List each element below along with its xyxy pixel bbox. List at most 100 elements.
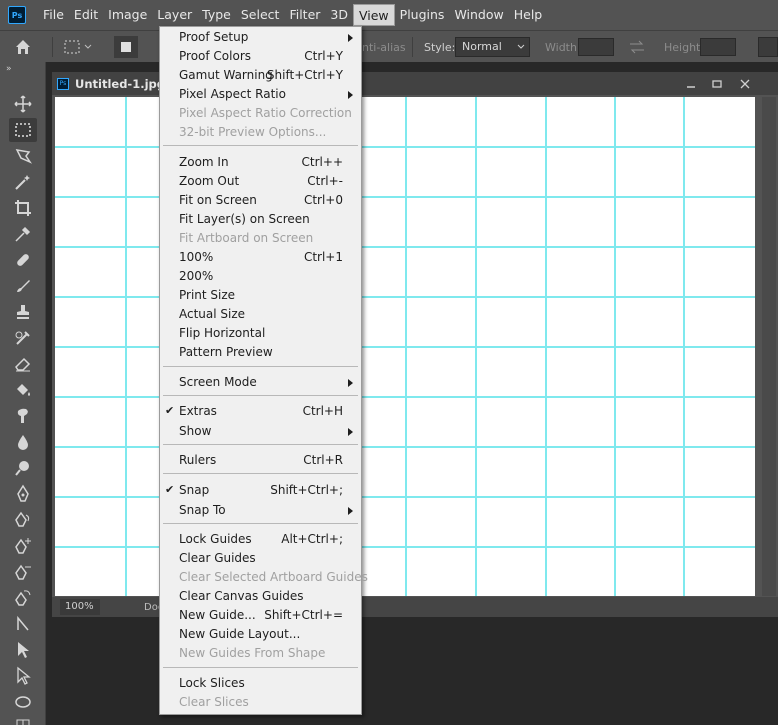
menu-item-screen-mode[interactable]: Screen Mode <box>160 373 361 392</box>
menu-item-flip-horizontal[interactable]: Flip Horizontal <box>160 324 361 343</box>
grid-tool[interactable] <box>9 714 37 725</box>
path-selection-tool[interactable] <box>9 638 37 662</box>
eraser-tool[interactable] <box>9 352 37 376</box>
crop-tool[interactable] <box>9 196 37 220</box>
menu-item-200-percent[interactable]: 200% <box>160 267 361 286</box>
freeform-pen-tool[interactable] <box>9 508 37 532</box>
menu-window[interactable]: Window <box>449 4 508 26</box>
menu-separator <box>163 473 358 474</box>
add-anchor-icon <box>15 538 31 554</box>
style-select[interactable]: Normal <box>455 37 530 57</box>
curvature-pen-icon <box>15 590 31 606</box>
menu-item-clear-slices: Clear Slices <box>160 693 361 712</box>
menu-item-lock-slices[interactable]: Lock Slices <box>160 674 361 693</box>
menu-layer[interactable]: Layer <box>152 4 197 26</box>
menu-item-clear-canvas-guides[interactable]: Clear Canvas Guides <box>160 587 361 606</box>
home-button[interactable] <box>14 31 42 63</box>
collapse-panel-icon[interactable]: » <box>6 64 12 74</box>
magic-wand-tool[interactable] <box>9 170 37 194</box>
close-button[interactable] <box>732 72 758 95</box>
dodge-tool[interactable] <box>9 456 37 480</box>
healing-brush-tool[interactable] <box>9 248 37 272</box>
tool-preset-picker[interactable] <box>62 31 94 63</box>
eyedropper-icon <box>15 226 31 242</box>
smudge-tool[interactable] <box>9 404 37 428</box>
menu-edit[interactable]: Edit <box>69 4 103 26</box>
maximize-button[interactable] <box>704 72 730 95</box>
menu-item-actual-size[interactable]: Actual Size <box>160 305 361 324</box>
menu-item-new-guide[interactable]: New Guide... Shift+Ctrl+= <box>160 606 361 625</box>
brush-tool[interactable] <box>9 274 37 298</box>
menu-item-gamut-warning[interactable]: Gamut Warning Shift+Ctrl+Y <box>160 66 361 85</box>
menu-item-label: New Guide... <box>179 608 256 622</box>
lasso-tool[interactable] <box>9 144 37 168</box>
select-and-mask-button[interactable] <box>758 37 778 57</box>
menu-item-label: 32-bit Preview Options... <box>179 125 327 139</box>
menu-view[interactable]: View <box>352 4 395 26</box>
menu-filter[interactable]: Filter <box>284 4 325 26</box>
swap-dimensions-icon[interactable] <box>628 40 646 54</box>
delete-anchor-tool[interactable] <box>9 560 37 584</box>
menu-item-show[interactable]: Show <box>160 422 361 441</box>
width-input[interactable] <box>578 38 614 56</box>
menu-item-lock-guides[interactable]: Lock Guides Alt+Ctrl+; <box>160 530 361 549</box>
menu-item-label: Zoom In <box>179 155 229 169</box>
menu-item-rulers[interactable]: Rulers Ctrl+R <box>160 451 361 470</box>
move-tool[interactable] <box>9 92 37 116</box>
blur-tool[interactable] <box>9 430 37 454</box>
pen-tool[interactable] <box>9 482 37 506</box>
menu-item-snap-to[interactable]: Snap To <box>160 501 361 520</box>
menu-item-fit-layers[interactable]: Fit Layer(s) on Screen <box>160 210 361 229</box>
submenu-arrow-icon <box>348 34 353 42</box>
menu-separator <box>163 366 358 367</box>
menu-item-proof-setup[interactable]: Proof Setup <box>160 28 361 47</box>
zoom-level-field[interactable]: 100% <box>60 599 100 615</box>
menu-item-shortcut: Shift+Ctrl+Y <box>266 68 343 82</box>
history-brush-tool[interactable] <box>9 326 37 350</box>
menu-separator <box>163 145 358 146</box>
convert-point-tool[interactable] <box>9 612 37 636</box>
menu-file[interactable]: File <box>38 4 69 26</box>
menu-item-new-guide-layout[interactable]: New Guide Layout... <box>160 625 361 644</box>
menu-item-zoom-out[interactable]: Zoom Out Ctrl+- <box>160 172 361 191</box>
menu-item-zoom-in[interactable]: Zoom In Ctrl++ <box>160 153 361 172</box>
menu-item-pixel-aspect-ratio[interactable]: Pixel Aspect Ratio <box>160 85 361 104</box>
menu-select[interactable]: Select <box>236 4 285 26</box>
new-selection-button[interactable] <box>114 31 138 63</box>
menu-plugins[interactable]: Plugins <box>395 4 450 26</box>
menu-3d[interactable]: 3D <box>325 4 353 26</box>
clone-stamp-tool[interactable] <box>9 300 37 324</box>
menu-item-100-percent[interactable]: 100% Ctrl+1 <box>160 248 361 267</box>
freeform-pen-icon <box>15 511 30 527</box>
menu-item-clear-guides[interactable]: Clear Guides <box>160 549 361 568</box>
menu-item-proof-colors[interactable]: Proof Colors Ctrl+Y <box>160 47 361 66</box>
minimize-icon <box>687 85 695 88</box>
direct-selection-tool[interactable] <box>9 664 37 688</box>
menu-item-extras[interactable]: ✔ Extras Ctrl+H <box>160 402 361 421</box>
height-input[interactable] <box>700 38 736 56</box>
menu-item-pattern-preview[interactable]: Pattern Preview <box>160 343 361 362</box>
menu-help[interactable]: Help <box>509 4 548 26</box>
ellipse-tool[interactable] <box>9 690 37 714</box>
stamp-icon <box>17 305 29 319</box>
menu-item-print-size[interactable]: Print Size <box>160 286 361 305</box>
minimize-button[interactable] <box>678 72 704 95</box>
checkmark-icon: ✔ <box>165 404 175 417</box>
submenu-arrow-icon <box>348 428 353 436</box>
menu-separator <box>163 523 358 524</box>
rect-marquee-tool[interactable] <box>9 118 37 142</box>
menu-image[interactable]: Image <box>103 4 152 26</box>
magic-wand-icon <box>15 175 30 190</box>
add-anchor-tool[interactable] <box>9 534 37 558</box>
menu-type[interactable]: Type <box>197 4 236 26</box>
eyedropper-tool[interactable] <box>9 222 37 246</box>
curvature-pen-tool[interactable] <box>9 586 37 610</box>
menu-item-fit-on-screen[interactable]: Fit on Screen Ctrl+0 <box>160 191 361 210</box>
close-icon <box>740 79 750 88</box>
menu-item-snap[interactable]: ✔ Snap Shift+Ctrl+; <box>160 481 361 500</box>
paint-bucket-tool[interactable] <box>9 378 37 402</box>
options-bar: nti-alias Style: Normal Width: Height: <box>0 30 778 62</box>
menu-item-label: Zoom Out <box>179 174 240 188</box>
vertical-scrollbar[interactable] <box>762 97 776 596</box>
rect-marquee-icon <box>64 40 92 54</box>
